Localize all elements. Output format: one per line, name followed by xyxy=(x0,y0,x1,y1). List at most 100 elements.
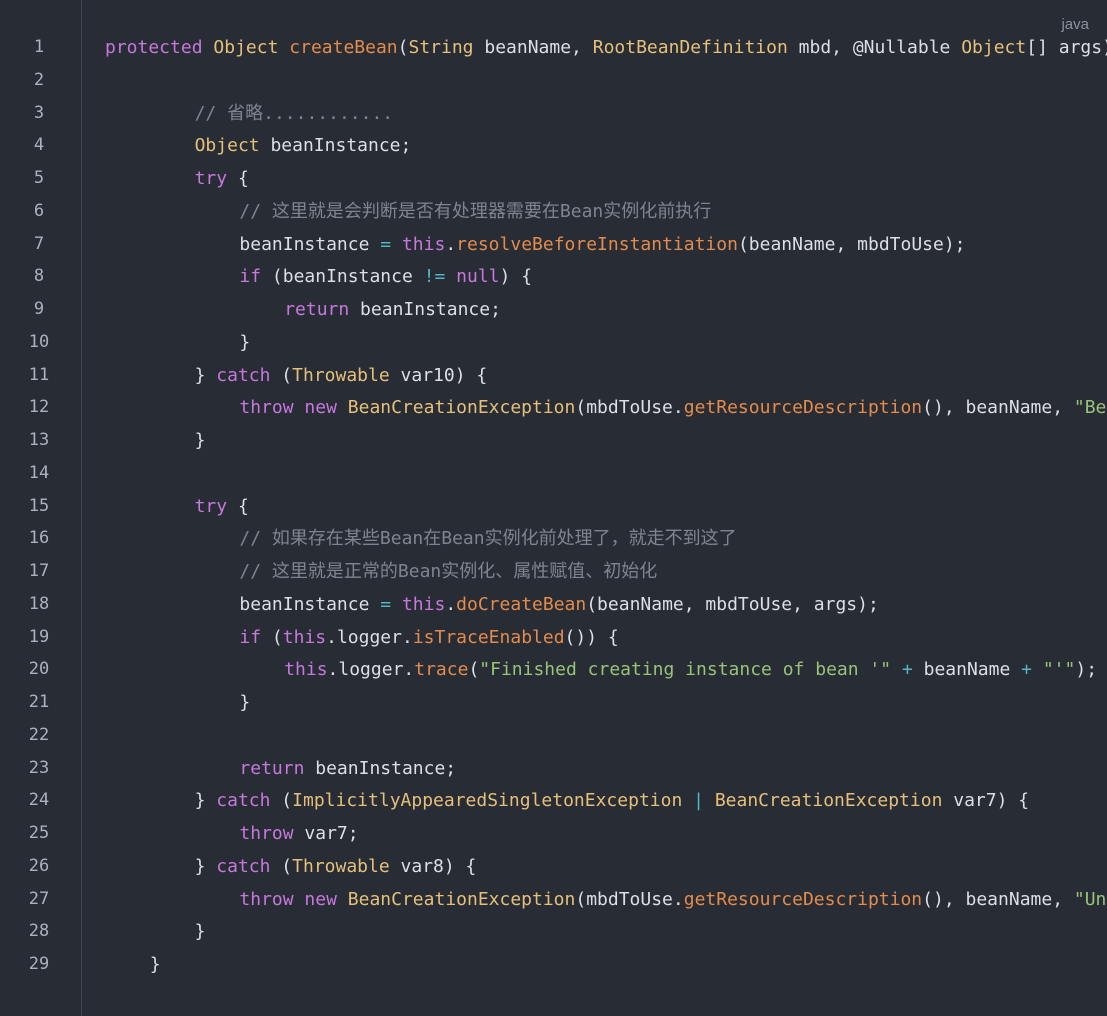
code-token: = xyxy=(380,233,392,255)
code-token: . xyxy=(445,233,457,255)
code-line: throw new BeanCreationException(mbdToUse… xyxy=(239,883,1107,916)
code-token: var8) { xyxy=(389,855,477,877)
code-token: { xyxy=(227,495,249,517)
line-number: 29 xyxy=(28,954,50,974)
code-token: // 省略............ xyxy=(194,102,394,124)
code-token: throw xyxy=(239,823,294,844)
code-line: } catch (Throwable var8) { xyxy=(195,850,477,883)
code-line: } xyxy=(239,326,250,359)
code-token: // 如果存在某些Bean在Bean实例化前处理了，就走不到这了 xyxy=(239,528,737,550)
line-number: 25 xyxy=(28,823,50,843)
code-token: new xyxy=(304,888,337,910)
code-token: beanInstance; xyxy=(304,757,457,779)
code-token: } xyxy=(194,855,217,877)
code-token: protected xyxy=(105,37,203,58)
code-token: ()) { xyxy=(564,626,619,648)
code-token: ); xyxy=(1075,659,1098,681)
code-token: "Finished creating instance of bean '" xyxy=(479,659,892,681)
code-line: // 这里就是会判断是否有处理器需要在Bean实例化前执行 xyxy=(239,195,711,228)
code-line: try { xyxy=(195,162,249,195)
code-token: [] args) xyxy=(1026,37,1107,58)
code-token: try xyxy=(194,495,228,517)
code-line: } xyxy=(150,948,161,981)
code-line: throw var7; xyxy=(239,817,358,850)
code-line: // 省略............ xyxy=(195,97,394,130)
line-number: 1 xyxy=(33,37,45,57)
code-token: throw xyxy=(239,397,294,419)
code-token: getResourceDescription xyxy=(683,888,923,910)
line-number: 19 xyxy=(28,626,50,647)
code-token: { xyxy=(227,168,249,189)
code-line: } xyxy=(239,686,250,719)
code-token: createBean xyxy=(289,37,398,58)
line-number: 27 xyxy=(28,888,50,909)
code-token: Object xyxy=(194,135,260,157)
line-number: 11 xyxy=(28,364,50,385)
line-number: 4 xyxy=(33,135,45,156)
code-line: return beanInstance; xyxy=(284,293,501,326)
line-number: 14 xyxy=(28,462,50,483)
code-token: } xyxy=(194,430,206,451)
line-number: 7 xyxy=(33,233,45,254)
line-number: 12 xyxy=(28,397,50,418)
code-token: } xyxy=(194,921,206,943)
code-token: ( xyxy=(261,626,283,648)
code-token: // 这里就是会判断是否有处理器需要在Bean实例化前执行 xyxy=(239,200,712,222)
code-line: } xyxy=(195,915,206,948)
code-token: Throwable xyxy=(292,855,390,877)
code-line: // 如果存在某些Bean在Bean实例化前处理了，就走不到这了 xyxy=(239,522,736,555)
code-token: BeanCreationException xyxy=(714,790,943,812)
line-number: 3 xyxy=(33,102,45,123)
line-number: 9 xyxy=(33,299,45,319)
code-token: ( xyxy=(270,855,293,877)
code-block: 1 2 3 4 5 6 7 8 9 10 11 12 13 14 15 16 17 18 19 20 21 22 23 24 2… xyxy=(0,0,1107,1016)
line-number: 23 xyxy=(28,757,50,778)
line-number: 17 xyxy=(28,561,50,581)
code-line: try { xyxy=(195,490,249,523)
code-token: this xyxy=(284,659,328,681)
code-token: this xyxy=(401,233,446,255)
code-token: . xyxy=(445,593,457,615)
code-token: this xyxy=(401,593,446,615)
code-token: // 这里就是正常的Bean实例化、属性赋值、初始化 xyxy=(239,561,658,582)
line-number: 13 xyxy=(28,430,50,450)
code-token: mbd, @Nullable xyxy=(787,37,962,58)
code-area[interactable]: protected Object createBean(String beanN… xyxy=(105,0,1107,1016)
code-token: doCreateBean xyxy=(456,593,587,615)
code-token: catch xyxy=(216,855,271,877)
code-token: trace xyxy=(414,659,469,681)
code-token: } xyxy=(239,692,251,713)
code-token: String xyxy=(408,37,474,58)
code-token: .logger. xyxy=(326,626,413,648)
line-number: 26 xyxy=(28,855,50,876)
code-line: } catch (ImplicitlyAppearedSingletonExce… xyxy=(195,784,1030,817)
code-token: "Unexpected exception during bean creati… xyxy=(1073,888,1107,910)
code-token: throw xyxy=(239,888,294,910)
code-token: BeanCreationException xyxy=(347,397,576,419)
code-line: beanInstance = this.resolveBeforeInstant… xyxy=(239,228,965,261)
code-token: (mbdToUse. xyxy=(575,397,684,419)
code-token: ( xyxy=(270,790,293,812)
code-token: if xyxy=(239,266,262,288)
code-token: resolveBeforeInstantiation xyxy=(456,233,738,255)
code-token: } xyxy=(239,331,251,353)
line-number: 5 xyxy=(33,168,45,188)
code-token: Object xyxy=(213,37,279,58)
code-token: ( xyxy=(468,659,480,681)
code-line: return beanInstance; xyxy=(239,752,456,785)
code-token: catch xyxy=(216,364,271,386)
code-token: } xyxy=(149,954,161,975)
code-token: + xyxy=(1021,659,1032,681)
code-token: beanInstance; xyxy=(349,299,501,320)
line-number: 16 xyxy=(28,528,50,549)
code-line: Object beanInstance; xyxy=(195,129,412,162)
code-token: this xyxy=(282,626,327,648)
code-line: beanInstance = this.doCreateBean(beanNam… xyxy=(239,588,878,621)
code-token: new xyxy=(304,397,337,419)
code-token: "BeanPostProcessor before instantiation … xyxy=(1073,397,1107,419)
code-line: protected Object createBean(String beanN… xyxy=(105,31,1107,64)
